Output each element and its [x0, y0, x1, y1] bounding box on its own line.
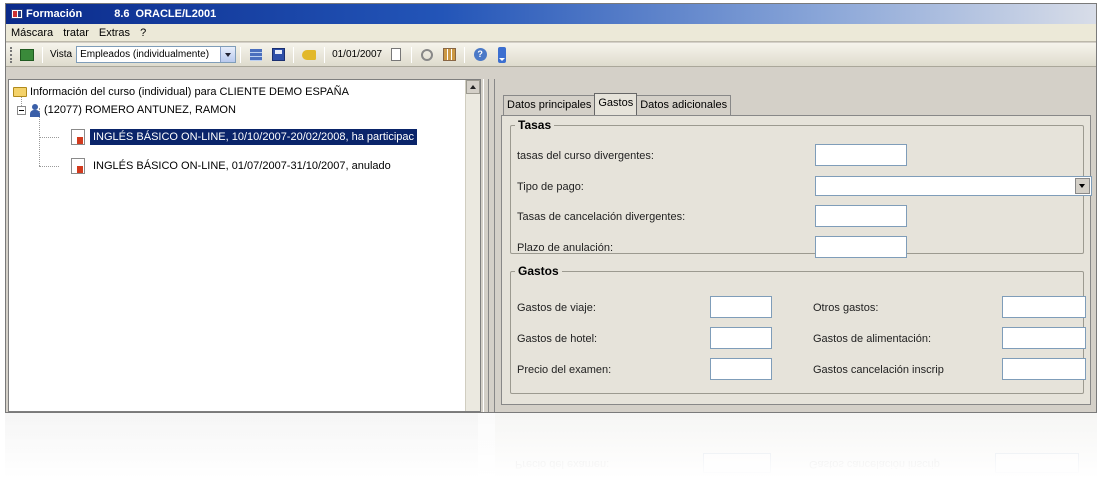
document-icon	[391, 48, 402, 61]
gastos-alimentacion-label: Gastos de alimentación:	[813, 333, 932, 345]
save-button[interactable]	[268, 46, 288, 64]
vista-select[interactable]: Empleados (individualmente)	[76, 46, 237, 63]
tab-page-gastos: Tasas tasas del curso divergentes: Tipo …	[501, 115, 1092, 405]
app-title: Formación	[26, 8, 83, 20]
tree-course-item[interactable]: INGLÉS BÁSICO ON-LINE, 01/07/2007-31/10/…	[71, 155, 394, 177]
tree-course-label: INGLÉS BÁSICO ON-LINE, 10/10/2007-20/02/…	[90, 129, 418, 145]
tree-root[interactable]: Información del curso (individual) para …	[13, 83, 349, 101]
vista-select-value: Empleados (individualmente)	[80, 49, 210, 60]
gastos-viaje-label: Gastos de viaje:	[517, 302, 596, 314]
tipo-pago-label: Tipo de pago:	[517, 181, 584, 193]
key-icon	[302, 49, 317, 60]
course-icon	[71, 129, 85, 145]
app-icon	[11, 9, 23, 19]
toolbar: Vista Empleados (individualmente) 01/01/…	[6, 43, 1096, 67]
gastos-hotel-input[interactable]	[710, 327, 772, 349]
precio-examen-input[interactable]	[710, 358, 772, 380]
precio-examen-label: Precio del examen:	[517, 364, 612, 376]
chevron-down-icon[interactable]	[220, 47, 236, 62]
tree-employee-label: (12077) ROMERO ANTUNEZ, RAMON	[44, 104, 236, 116]
gastos-cancelacion-input[interactable]	[1002, 358, 1086, 380]
folder-icon	[13, 87, 27, 97]
plazo-anulacion-input[interactable]	[815, 236, 907, 258]
tree-course-label: INGLÉS BÁSICO ON-LINE, 01/07/2007-31/10/…	[93, 160, 391, 172]
toolbar-separator	[411, 46, 413, 63]
person-icon	[30, 103, 40, 117]
exit-icon	[20, 48, 34, 61]
toolbar-separator	[42, 46, 43, 63]
otros-gastos-label: Otros gastos:	[813, 302, 879, 314]
cut-icon	[421, 48, 434, 61]
exit-button[interactable]	[17, 46, 37, 64]
document-button[interactable]	[386, 46, 406, 64]
more-icon	[498, 46, 507, 63]
tree-course-item[interactable]: INGLÉS BÁSICO ON-LINE, 10/10/2007-20/02/…	[71, 126, 418, 148]
tree-connector	[39, 166, 59, 167]
server-name: ORACLE/L2001	[135, 8, 217, 20]
gastos-legend: Gastos	[518, 264, 559, 278]
menu-item-mascara[interactable]: Máscara	[6, 27, 58, 39]
grid-icon	[250, 48, 263, 61]
help-button[interactable]: ?	[470, 46, 490, 64]
tasas-cancelacion-label: Tasas de cancelación divergentes:	[517, 211, 686, 223]
tree-root-label: Información del curso (individual) para …	[30, 86, 349, 98]
save-icon	[271, 48, 285, 61]
app-version: 8.6	[114, 8, 130, 20]
table-icon	[442, 48, 456, 61]
vista-label: Vista	[50, 49, 73, 60]
key-button[interactable]	[299, 46, 319, 64]
tree-scrollbar[interactable]	[465, 80, 480, 411]
cut-button[interactable]	[417, 46, 437, 64]
date-field[interactable]: 01/01/2007	[332, 49, 382, 60]
tab-datos-adicionales[interactable]: Datos adicionales	[636, 95, 732, 115]
tasas-curso-input[interactable]	[815, 144, 907, 166]
toolbar-overflow-button[interactable]	[492, 46, 512, 64]
tasas-legend: Tasas	[518, 118, 552, 132]
course-tree[interactable]: Información del curso (individual) para …	[8, 79, 481, 412]
tree-employee[interactable]: (12077) ROMERO ANTUNEZ, RAMON	[17, 101, 236, 119]
gastos-hotel-label: Gastos de hotel:	[517, 333, 598, 345]
scroll-up-icon[interactable]	[466, 80, 480, 94]
tasas-curso-label: tasas del curso divergentes:	[517, 150, 654, 162]
menu-item-tratar[interactable]: tratar	[58, 27, 94, 39]
menu-item-extras[interactable]: Extras	[94, 27, 135, 39]
plazo-anulacion-label: Plazo de anulación:	[517, 242, 614, 254]
application-window: Formación 8.6 ORACLE/L2001 Máscara trata…	[5, 3, 1097, 413]
toolbar-separator	[293, 46, 295, 63]
help-icon: ?	[473, 48, 487, 61]
tab-gastos[interactable]: Gastos	[594, 93, 638, 115]
tree-connector	[39, 137, 59, 138]
gastos-viaje-input[interactable]	[710, 296, 772, 318]
title-bar: Formación 8.6 ORACLE/L2001	[6, 4, 1096, 24]
toolbar-separator	[464, 46, 466, 63]
panel-splitter[interactable]	[483, 79, 489, 412]
detail-panel: Datos principales Gastos Datos adicional…	[494, 79, 1096, 412]
toolbar-separator	[324, 46, 326, 63]
menu-item-help[interactable]: ?	[135, 27, 151, 39]
tab-bar: Datos principales Gastos Datos adicional…	[503, 93, 732, 115]
tipo-pago-select[interactable]	[815, 176, 1092, 196]
reflection-fade	[5, 413, 1097, 490]
window-reflection: Precio del examen: Gastos cancelación in…	[5, 413, 1097, 490]
grid-button[interactable]	[246, 46, 266, 64]
table-button[interactable]	[439, 46, 459, 64]
toolbar-grip[interactable]	[10, 46, 13, 63]
tab-datos-principales[interactable]: Datos principales	[503, 95, 596, 115]
tasas-cancelacion-input[interactable]	[815, 205, 907, 227]
gastos-cancelacion-label: Gastos cancelación inscrip	[813, 364, 944, 376]
collapse-icon[interactable]	[17, 105, 26, 115]
chevron-down-icon[interactable]	[1075, 178, 1090, 194]
otros-gastos-input[interactable]	[1002, 296, 1086, 318]
course-icon	[71, 158, 85, 174]
menu-bar: Máscara tratar Extras ?	[6, 24, 1096, 42]
gastos-alimentacion-input[interactable]	[1002, 327, 1086, 349]
toolbar-separator	[240, 46, 242, 63]
